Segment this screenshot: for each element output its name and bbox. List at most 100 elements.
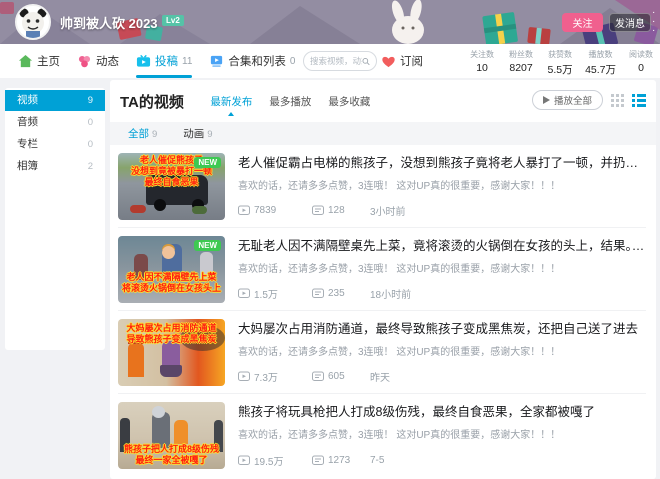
tab-collections[interactable]: 合集和列表 0 — [209, 44, 295, 78]
home-icon — [18, 54, 33, 67]
play-icon — [542, 96, 550, 104]
thumbnail-text: 最终一家全被嘎了 — [135, 455, 208, 465]
video-stats: 19.5万 1273 7-5 — [238, 453, 384, 468]
send-message-button[interactable]: 发消息 — [609, 13, 651, 32]
thumbnail-text: 大妈屡次占用消防通道 — [126, 323, 217, 333]
danmaku-count: 605 — [328, 371, 345, 382]
danmaku-icon — [312, 205, 324, 215]
thumbnail-text: 将滚烫火锅倒在女孩头上 — [121, 283, 221, 293]
grid-view-icon[interactable] — [611, 93, 624, 107]
category-filter-bar: 全部 9 动画 9 — [110, 122, 656, 145]
thumbnail-text: 导致熊孩子变成黑焦炭 — [126, 334, 217, 344]
video-list-panel: TA的视频 最新发布 最多播放 最多收藏 播放全部 全部 9 动画 9 老人催促… — [110, 80, 656, 479]
sort-tabs: 最新发布 最多播放 最多收藏 — [210, 94, 370, 116]
stat-reads[interactable]: 阅读数 0 — [627, 49, 655, 77]
video-list-item: 老人催促熊孩子 没想到竟被暴打一顿 最终自食恶果 NEW 老人催促霸占电梯的熊孩… — [118, 145, 646, 228]
space-search — [303, 51, 377, 71]
profile-banner: 帅到被人砍 2023 Lv2 关注 发消息 · · · — [0, 0, 660, 44]
play-count: 1.5万 — [254, 290, 278, 301]
play-count-icon — [238, 288, 250, 298]
username: 帅到被人砍 2023 — [60, 16, 158, 31]
play-count: 19.5万 — [254, 457, 284, 468]
new-badge: NEW — [194, 240, 221, 251]
stat-followers[interactable]: 粉丝数 8207 — [507, 49, 535, 77]
page-title: TA的视频 — [120, 94, 184, 111]
user-space-page: 帅到被人砍 2023 Lv2 关注 发消息 · · · 主页 动态 投稿 11 合集… — [0, 0, 660, 479]
avatar[interactable] — [15, 4, 51, 40]
video-description: 喜欢的话，还请多多点赞，3连哦！ 这对UP真的很重要，感谢大家！！！ — [238, 181, 561, 192]
sidebar-item-audio[interactable]: 音频 0 — [5, 112, 105, 133]
tv-upload-icon — [136, 54, 151, 67]
main-header: TA的视频 最新发布 最多播放 最多收藏 播放全部 — [110, 80, 656, 118]
thumbnail-art — [130, 205, 146, 213]
play-count: 7839 — [254, 205, 277, 216]
header-controls: 播放全部 — [531, 90, 646, 110]
sidebar-item-videos[interactable]: 视频 9 — [5, 90, 105, 111]
video-thumbnail[interactable]: 老人因不满隔壁先上菜 将滚烫火锅倒在女孩头上 NEW — [118, 236, 225, 303]
thumbnail-text: 最终自食恶果 — [144, 177, 199, 187]
thumbnail-art — [128, 337, 144, 377]
stat-following[interactable]: 关注数 10 — [468, 49, 496, 77]
sort-latest[interactable]: 最新发布 — [210, 94, 252, 116]
thumbnail-art — [152, 406, 170, 448]
level-badge: Lv2 — [162, 15, 184, 26]
video-list-item: 老人因不满隔壁先上菜 将滚烫火锅倒在女孩头上 NEW 无耻老人因不满隔壁桌先上菜… — [118, 228, 646, 311]
panda-avatar-icon — [17, 6, 49, 38]
thumbnail-art — [160, 365, 182, 377]
heart-icon — [382, 56, 395, 67]
follow-button[interactable]: 关注 — [562, 13, 603, 32]
tab-videos-active[interactable]: 投稿 11 — [136, 44, 193, 78]
thumbnail-art — [174, 420, 188, 444]
sort-most-played[interactable]: 最多播放 — [269, 94, 311, 109]
tab-home[interactable]: 主页 — [18, 44, 60, 78]
video-stats: 1.5万 235 18小时前 — [238, 286, 411, 301]
play-all-button[interactable]: 播放全部 — [531, 90, 603, 110]
video-description: 喜欢的话，还请多多点赞，3连哦！ 这对UP真的很重要，感谢大家！！！ — [238, 264, 561, 275]
filter-animation[interactable]: 动画 9 — [183, 126, 212, 141]
tab-dynamic[interactable]: 动态 — [77, 44, 119, 78]
play-count: 7.3万 — [254, 373, 278, 384]
video-date: 18小时前 — [370, 290, 412, 301]
video-stats: 7.3万 605 昨天 — [238, 369, 390, 384]
video-stats: 7839 128 3小时前 — [238, 203, 406, 218]
danmaku-count: 128 — [328, 205, 345, 216]
thumbnail-art — [192, 206, 207, 214]
search-input[interactable] — [310, 56, 362, 66]
video-thumbnail[interactable]: 大妈屡次占用消防通道 导致熊孩子变成黑焦炭 — [118, 319, 225, 386]
thumbnail-text: 熊孩子把人打成8级伤残 — [123, 444, 219, 454]
video-title[interactable]: 熊孩子将玩具枪把人打成8级伤残，最终自食恶果，全家都被嘎了 — [238, 394, 646, 420]
danmaku-icon — [312, 371, 324, 381]
video-date: 昨天 — [370, 373, 390, 384]
video-title[interactable]: 老人催促霸占电梯的熊孩子，没想到熊孩子竟将老人暴打了一顿，并扔下了楼梯，最终。。… — [238, 145, 646, 171]
video-description: 喜欢的话，还请多多点赞，3连哦！ 这对UP真的很重要，感谢大家！！！ — [238, 347, 561, 358]
video-date: 7-5 — [370, 455, 385, 466]
list-view-icon[interactable] — [632, 93, 646, 107]
video-thumbnail[interactable]: 熊孩子把人打成8级伤残 最终一家全被嘎了 — [118, 402, 225, 469]
stats-bar: 关注数 10 粉丝数 8207 获赞数 5.5万 播放数 45.7万 阅读数 0 — [468, 49, 655, 77]
space-navbar: 主页 动态 投稿 11 合集和列表 0 收藏 1 — [0, 44, 660, 78]
sort-most-favorited[interactable]: 最多收藏 — [328, 94, 370, 109]
thumbnail-art — [154, 199, 166, 211]
content-sidebar: 视频 9 音频 0 专栏 0 相簿 2 — [5, 88, 105, 350]
tab-subscriptions[interactable]: 订阅 — [381, 44, 423, 78]
video-title[interactable]: 无耻老人因不满隔壁桌先上菜，竟将滚烫的火锅倒在女孩的头上，结果。。。 — [238, 228, 646, 254]
stat-plays[interactable]: 播放数 45.7万 — [585, 49, 616, 77]
stat-likes[interactable]: 获赞数 5.5万 — [546, 49, 574, 77]
play-count-icon — [238, 455, 250, 465]
sidebar-item-articles[interactable]: 专栏 0 — [5, 134, 105, 155]
video-thumbnail[interactable]: 老人催促熊孩子 没想到竟被暴打一顿 最终自食恶果 NEW — [118, 153, 225, 220]
collection-icon — [211, 55, 223, 67]
danmaku-icon — [312, 455, 324, 465]
more-options-icon[interactable]: · · · — [652, 8, 655, 36]
play-count-icon — [238, 205, 250, 215]
danmaku-count: 235 — [328, 288, 345, 299]
sidebar-item-albums[interactable]: 相簿 2 — [5, 156, 105, 177]
filter-all[interactable]: 全部 9 — [128, 126, 157, 141]
danmaku-icon — [312, 288, 324, 298]
video-title[interactable]: 大妈屡次占用消防通道，最终导致熊孩子变成黑焦炭，还把自己送了进去 — [238, 311, 646, 337]
dynamic-icon — [78, 55, 91, 67]
play-count-icon — [238, 371, 250, 381]
danmaku-count: 1273 — [328, 455, 351, 466]
video-description: 喜欢的话，还请多多点赞，3连哦！ 这对UP真的很重要，感谢大家！！！ — [238, 430, 561, 441]
search-icon[interactable] — [362, 56, 370, 67]
